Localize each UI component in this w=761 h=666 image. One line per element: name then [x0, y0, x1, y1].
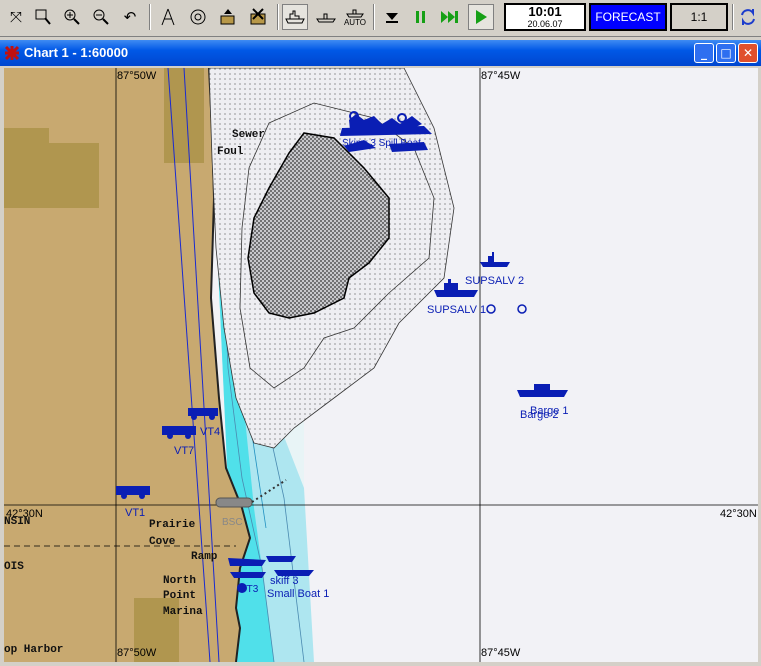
window-titlebar[interactable]: Chart 1 - 1:60000 _ □ ✕ — [0, 40, 761, 66]
vessel-label: Small Boat 1 — [267, 588, 329, 600]
vessel-label: SUPSALV 1 — [427, 304, 486, 316]
chart-app-icon — [4, 45, 20, 61]
toolbar-separator — [732, 4, 734, 30]
upload-icon[interactable] — [215, 4, 241, 30]
vehicle-label: VT3 — [240, 584, 259, 595]
refresh-icon[interactable] — [737, 4, 759, 30]
zoom-out-icon[interactable] — [88, 4, 114, 30]
window-title: Chart 1 - 1:60000 — [24, 45, 129, 60]
chart-window: Chart 1 - 1:60000 _ □ ✕ 87°50W 87°45W 87… — [0, 40, 761, 665]
main-toolbar: ⤧ ↶ AUTO 10:01 20.06.07 FORECAST 1:1 — [0, 0, 761, 37]
place-label: North — [163, 575, 196, 587]
vessel-label: skiff 3 — [270, 575, 299, 587]
place-label: op Harbor — [4, 644, 63, 656]
place-label: Prairie — [149, 519, 196, 531]
maximize-button[interactable]: □ — [716, 43, 736, 63]
toolbar-separator — [277, 4, 279, 30]
auto-icon[interactable]: AUTO — [342, 4, 368, 30]
longitude-label: 87°45W — [481, 647, 521, 659]
place-label: Point — [163, 590, 196, 602]
time-scale-button[interactable]: 1:1 — [670, 3, 728, 31]
nautical-chart[interactable]: 87°50W 87°45W 87°50W 87°45W 42°30N 42°30… — [4, 67, 758, 663]
vessel-label: Barge 2 — [520, 409, 559, 421]
place-label: Marina — [163, 606, 203, 618]
vehicle-label: VT1 — [125, 507, 145, 519]
ship-side-icon[interactable] — [313, 4, 339, 30]
clock-display: 10:01 20.06.07 — [504, 3, 586, 31]
target-icon[interactable] — [185, 4, 211, 30]
land-block — [164, 68, 204, 163]
forecast-button[interactable]: FORECAST — [589, 3, 667, 31]
vehicle-label: VT4 — [200, 426, 220, 438]
fast-forward-icon[interactable] — [437, 4, 463, 30]
place-label: NSIN — [4, 516, 30, 528]
place-label: Ramp — [191, 551, 218, 563]
toolbar-separator — [373, 4, 375, 30]
minimize-button[interactable]: _ — [694, 43, 714, 63]
fullscreen-icon[interactable]: ⤧ — [3, 4, 29, 30]
toolbar-separator — [149, 4, 151, 30]
play-icon[interactable] — [468, 4, 494, 30]
pause-icon[interactable] — [408, 4, 434, 30]
zoom-window-icon[interactable] — [30, 4, 56, 30]
chart-canvas[interactable]: 87°50W 87°45W 87°50W 87°45W 42°30N 42°30… — [4, 67, 758, 663]
clock-date: 20.06.07 — [527, 19, 563, 29]
vessel-label: BSC — [222, 517, 243, 528]
longitude-label: 87°45W — [481, 70, 521, 82]
clock-time: 10:01 — [528, 4, 562, 19]
zoom-in-icon[interactable] — [59, 4, 85, 30]
place-label: Cove — [149, 536, 176, 548]
fast-rewind-icon[interactable] — [379, 4, 405, 30]
longitude-label: 87°50W — [117, 647, 157, 659]
undo-icon[interactable]: ↶ — [117, 4, 143, 30]
ship-view-icon[interactable] — [282, 4, 308, 30]
auto-label: AUTO — [343, 18, 367, 27]
vessel-label: Skimr 3 Spill Boat — [342, 138, 421, 149]
longitude-label: 87°50W — [117, 70, 157, 82]
drawing-tool-icon[interactable] — [155, 4, 181, 30]
place-label: OIS — [4, 561, 24, 573]
cancel-layer-icon[interactable] — [245, 4, 271, 30]
vessel-label: SUPSALV 2 — [465, 275, 524, 287]
latitude-label: 42°30N — [720, 508, 757, 520]
vehicle-label: VT7 — [174, 445, 194, 457]
place-label: Foul — [217, 146, 244, 158]
place-label: Sewer — [232, 129, 265, 141]
close-button[interactable]: ✕ — [738, 43, 758, 63]
